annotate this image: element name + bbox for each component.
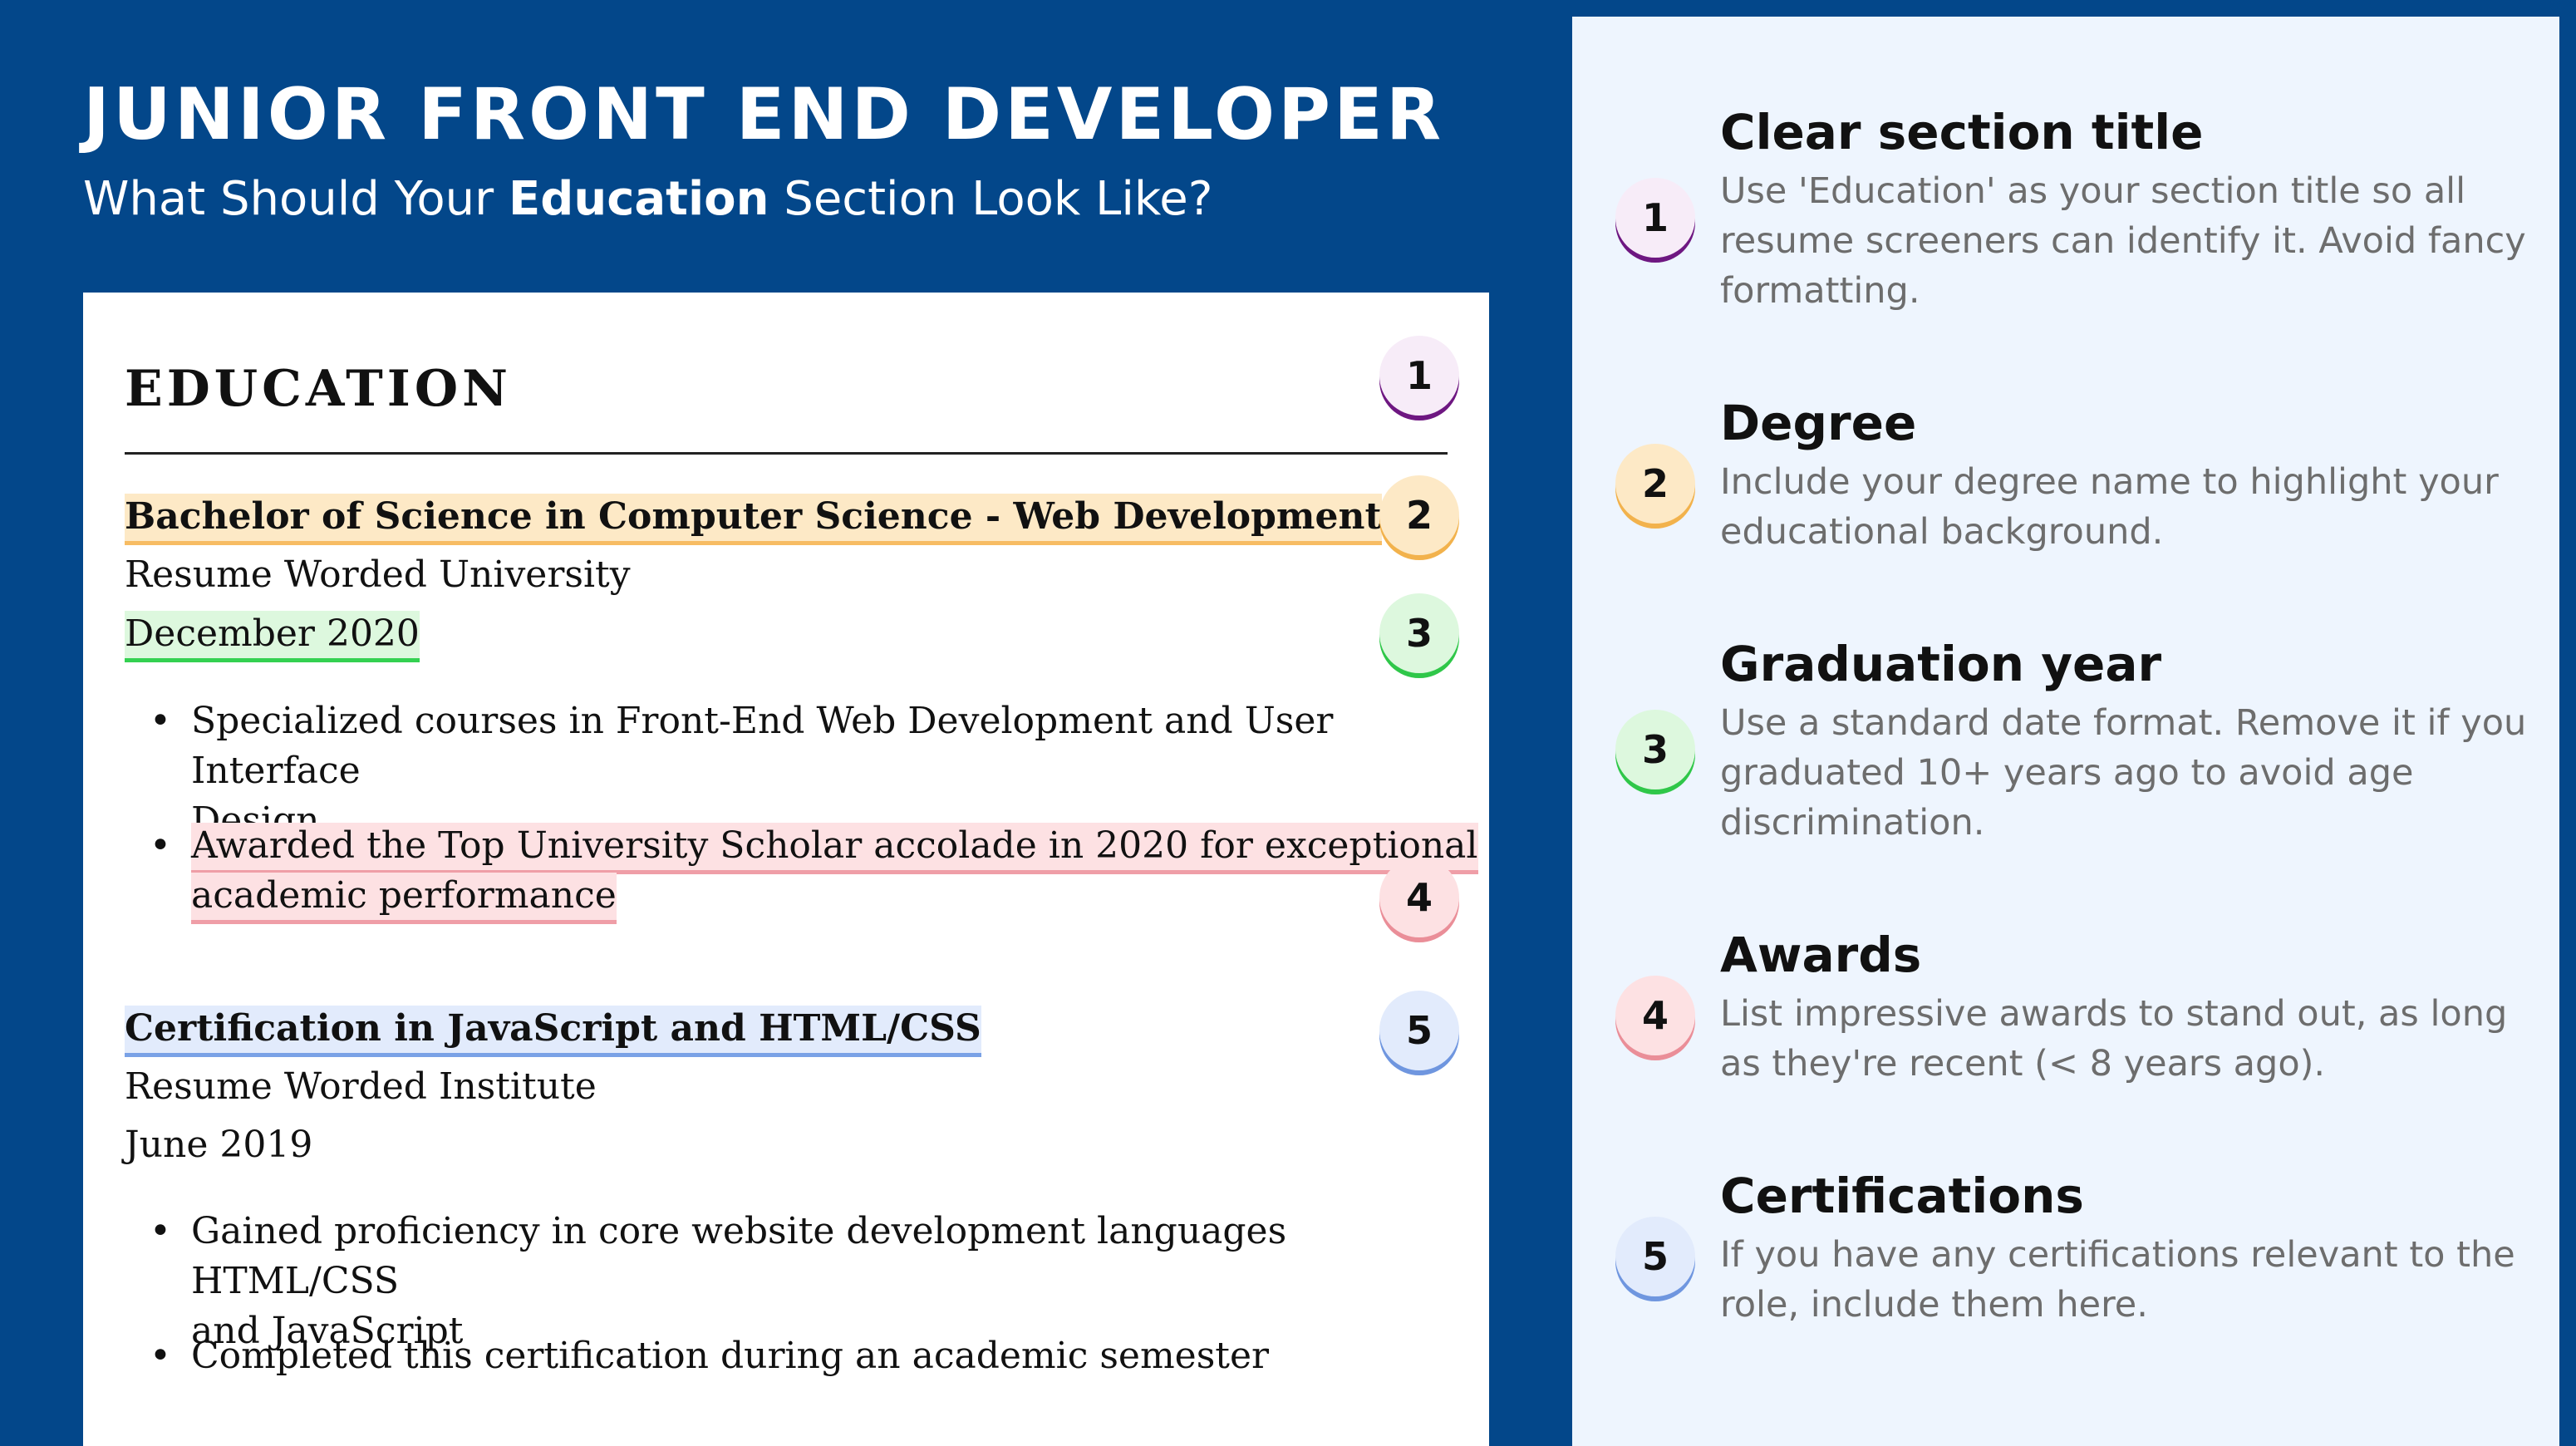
tip-5-badge: 5 [1615,1217,1695,1296]
degree-line: Bachelor of Science in Computer Science … [125,492,1382,545]
tip-title: Awards [1720,927,1922,983]
bullet-dot: • [150,824,171,867]
tip-2-badge: 2 [1615,444,1695,524]
award-text-line-1: Awarded the Top University Scholar accol… [191,823,1478,874]
marker-3-badge: 3 [1379,593,1459,673]
subtitle-prefix: What Should Your [83,172,509,226]
education-section-title: EDUCATION [125,360,512,418]
resume-education-card: EDUCATION 1 Bachelor of Science in Compu… [83,293,1489,1446]
degree-text: Bachelor of Science in Computer Science … [125,494,1382,545]
tip-3-badge: 3 [1615,710,1695,789]
marker-2-badge: 2 [1379,475,1459,555]
tip-description: If you have any certifications relevant … [1720,1234,2515,1326]
graduation-date-line: December 2020 [125,609,420,662]
bullet-dot: • [150,700,171,742]
subtitle-bold-word: Education [508,172,769,226]
page-header: JUNIOR FRONT END DEVELOPER What Should Y… [83,71,1444,229]
tip-title: Graduation year [1720,636,2162,692]
tip-description: Use 'Education' as your section title so… [1720,170,2526,312]
tip-title: Degree [1720,395,1917,451]
page-title: JUNIOR FRONT END DEVELOPER [83,73,1445,156]
bullet-dot: • [150,1210,171,1252]
marker-1-badge: 1 [1379,336,1459,416]
tip-description: Use a standard date format. Remove it if… [1720,702,2527,844]
tip-1-badge: 1 [1615,178,1695,258]
subtitle-suffix: Section Look Like? [769,172,1213,226]
marker-4-badge: 4 [1379,858,1459,937]
list-item: • Completed this certification during an… [150,1331,1446,1381]
graduation-date: December 2020 [125,611,420,662]
school-name: Resume Worded University [125,553,631,596]
institute-name: Resume Worded Institute [125,1065,597,1108]
certification-line: Certification in JavaScript and HTML/CSS [125,1004,981,1057]
tip-description: List impressive awards to stand out, as … [1720,993,2508,1084]
bullet-dot: • [150,1335,171,1377]
list-item-award: • Awarded the Top University Scholar acc… [150,821,1478,924]
award-text-line-2: academic performance [191,873,617,924]
certification-text: Certification in JavaScript and HTML/CSS [125,1006,981,1057]
tips-panel: 1 Clear section title Use 'Education' as… [1572,17,2559,1446]
section-divider [125,452,1448,455]
page-subtitle: What Should Your Education Section Look … [83,170,1444,229]
tip-title: Certifications [1720,1168,2084,1224]
certification-date: June 2019 [125,1124,313,1166]
tip-title: Clear section title [1720,104,2204,160]
marker-5-badge: 5 [1379,991,1459,1070]
tip-description: Include your degree name to highlight yo… [1720,461,2499,553]
tip-4-badge: 4 [1615,976,1695,1055]
